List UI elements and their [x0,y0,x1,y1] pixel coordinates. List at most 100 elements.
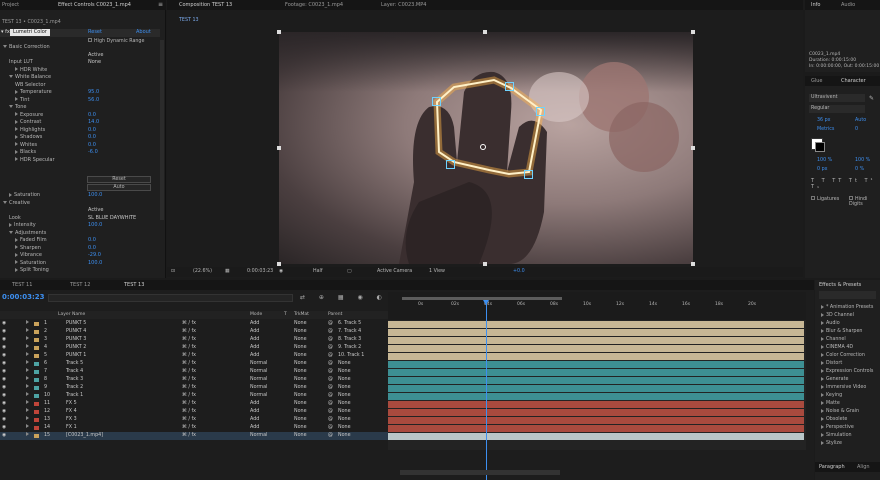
layer-row[interactable]: ◉ 7 Track 4 ⌘ / fx Normal None @ None [0,368,388,376]
layer-parent[interactable]: None [338,360,351,368]
property-value[interactable]: 100.0 [88,192,102,198]
layer-parent[interactable]: None [338,424,351,432]
property-row[interactable]: Whites 0.0 [0,142,160,150]
property-value[interactable]: Active [88,52,103,58]
layer-parent[interactable]: 7. Track 4 [338,328,361,336]
layer-row[interactable]: ◉ 13 FX 3 ⌘ / fx Add None @ None [0,416,388,424]
label-color[interactable] [34,338,39,342]
playhead[interactable] [486,300,487,480]
reset-button[interactable]: Reset [87,176,151,183]
effects-search[interactable] [819,291,876,299]
switches-icons[interactable]: ⌘ / fx [182,368,196,376]
about-link[interactable]: About [136,29,151,35]
switches-icons[interactable]: ⌘ / fx [182,416,196,424]
col-t[interactable]: T [284,311,287,319]
visibility-icon[interactable]: ◉ [2,432,6,440]
menu-icon[interactable]: ≡ [158,1,163,8]
property-value[interactable]: 0.0 [88,237,96,243]
leading-value[interactable]: Auto [855,118,866,123]
layer-parent[interactable]: None [338,376,351,384]
zoom-level[interactable]: (22.6%) [193,267,212,277]
layer-name[interactable]: PUNKT 3 [66,336,86,344]
layer-trkmat[interactable]: None [294,400,307,408]
property-row[interactable]: Saturation 100.0 [0,192,160,200]
layer-duration-bar[interactable] [388,392,804,400]
twirl-icon[interactable] [0,127,20,133]
twirl-icon[interactable] [0,74,15,80]
layer-mode[interactable]: Normal [250,368,267,376]
twirl-icon[interactable] [0,89,20,95]
timeline-timecode[interactable]: 0:00:03:23 [2,293,45,301]
layer-trkmat[interactable]: None [294,392,307,400]
layer-duration-bar[interactable] [388,336,804,344]
track-point[interactable] [524,170,533,179]
layer-row[interactable]: ◉ 9 Track 2 ⌘ / fx Normal None @ None [0,384,388,392]
layer-mode[interactable]: Normal [250,360,267,368]
switches-icons[interactable]: ⌘ / fx [182,408,196,416]
layer-trkmat[interactable]: None [294,432,307,440]
layer-parent[interactable]: 9. Track 2 [338,344,361,352]
layer-duration-bar[interactable] [388,432,804,440]
region-icon[interactable]: ▢ [347,267,352,277]
property-value[interactable]: 0.0 [88,127,96,133]
twirl-icon[interactable] [0,215,9,221]
layer-row[interactable]: ◉ 4 PUNKT 2 ⌘ / fx Add None @9. Track 2 [0,344,388,352]
timeline-search[interactable] [48,294,293,302]
effects-category[interactable]: Simulation [815,432,880,440]
label-color[interactable] [34,354,39,358]
col-trkmat[interactable]: TrkMat [294,311,309,319]
property-value[interactable]: 0.0 [88,112,96,118]
layer-name[interactable]: FX 4 [66,408,77,416]
twirl-icon[interactable] [0,142,20,148]
effects-category[interactable]: 3D Channel [815,312,880,320]
layer-name[interactable]: FX 1 [66,424,77,432]
visibility-icon[interactable]: ◉ [2,336,6,344]
tab-composition[interactable]: Composition TEST 13 [179,0,232,10]
font-style-select[interactable]: Regular [809,105,865,113]
switches-icons[interactable]: ⌘ / fx [182,328,196,336]
tab-paragraph[interactable]: Paragraph [819,462,845,472]
twirl-icon[interactable] [0,97,20,103]
effects-category[interactable]: Generate [815,376,880,384]
twirl-icon[interactable] [0,260,20,266]
layer-name[interactable]: Track 5 [66,360,83,368]
layer-parent[interactable]: 6. Track 5 [338,320,361,328]
layer-mode[interactable]: Normal [250,432,267,440]
layer-mode[interactable]: Normal [250,384,267,392]
twirl-icon[interactable] [0,119,20,125]
visibility-icon[interactable]: ◉ [2,344,6,352]
layer-name[interactable]: Track 3 [66,376,83,384]
property-row[interactable]: Input LUT None [0,59,160,67]
effects-category[interactable]: Blur & Sharpen [815,328,880,336]
layer-trkmat[interactable]: None [294,352,307,360]
property-value[interactable]: 14.0 [88,119,99,125]
track-point[interactable] [432,97,441,106]
effects-category[interactable]: Stylize [815,440,880,448]
effects-category[interactable]: Distort [815,360,880,368]
twirl-icon[interactable] [0,134,20,140]
layer-trkmat[interactable]: None [294,424,307,432]
views-select[interactable]: 1 View [429,267,445,277]
parent-icon[interactable]: @ [328,416,333,424]
label-color[interactable] [34,418,39,422]
twirl-icon[interactable] [0,67,20,73]
hdr-checkbox[interactable] [88,38,92,42]
property-value[interactable]: 0.0 [88,134,96,140]
layer-name[interactable]: FX 3 [66,416,77,424]
layer-name[interactable]: Track 2 [66,384,83,392]
tab-glue[interactable]: Glue [811,76,823,86]
resolution-select[interactable]: Half [313,267,323,277]
anchor-point[interactable] [480,144,486,150]
twirl-icon[interactable] [0,82,15,88]
layer-name[interactable]: [C0023_1.mp4] [66,432,103,440]
layer-mode[interactable]: Add [250,408,259,416]
parent-icon[interactable]: @ [328,328,333,336]
tab-info[interactable]: Info [811,0,820,10]
layer-duration-bar[interactable] [388,384,804,392]
layer-parent[interactable]: None [338,432,351,440]
auto-button[interactable]: Auto [87,184,151,191]
vertical-scale[interactable]: 100 % [817,158,832,163]
switches-icons[interactable]: ⌘ / fx [182,400,196,408]
twirl-icon[interactable] [0,59,9,65]
visibility-icon[interactable]: ◉ [2,368,6,376]
